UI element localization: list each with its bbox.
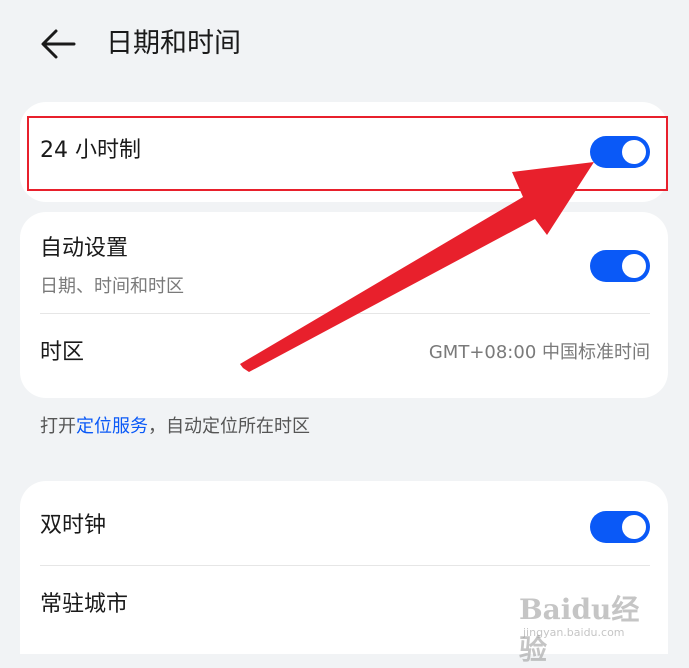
hint-prefix: 打开 bbox=[40, 416, 76, 437]
row-dual-clock[interactable]: 双时钟 bbox=[20, 481, 668, 565]
label-auto-set: 自动设置 bbox=[40, 236, 129, 261]
highlight-box bbox=[27, 116, 668, 191]
label-home-city: 常驻城市 bbox=[40, 592, 129, 617]
toggle-knob bbox=[622, 515, 646, 539]
label-timezone: 时区 bbox=[40, 340, 85, 365]
location-hint: 打开定位服务，自动定位所在时区 bbox=[40, 414, 310, 440]
row-timezone[interactable]: 时区 GMT+08:00 中国标准时间 bbox=[20, 314, 668, 398]
label-dual-clock: 双时钟 bbox=[40, 513, 107, 538]
value-timezone: GMT+08:00 中国标准时间 bbox=[428, 342, 650, 363]
toggle-knob bbox=[622, 254, 646, 278]
card-auto-settings: 自动设置 日期、时间和时区 时区 GMT+08:00 中国标准时间 bbox=[20, 212, 668, 398]
row-auto-set[interactable]: 自动设置 日期、时间和时区 bbox=[20, 212, 668, 312]
hint-suffix: ，自动定位所在时区 bbox=[148, 416, 310, 437]
watermark: Baidu经验 jingyan.baidu.com bbox=[519, 588, 659, 666]
sub-auto-set: 日期、时间和时区 bbox=[40, 276, 184, 297]
app-header: 日期和时间 bbox=[0, 0, 689, 90]
toggle-auto-set[interactable] bbox=[590, 250, 650, 282]
location-service-link[interactable]: 定位服务 bbox=[76, 416, 148, 437]
arrow-left-icon[interactable] bbox=[38, 26, 78, 62]
toggle-dual-clock[interactable] bbox=[590, 511, 650, 543]
page-title: 日期和时间 bbox=[106, 28, 241, 59]
watermark-site: jingyan.baidu.com bbox=[523, 626, 625, 639]
